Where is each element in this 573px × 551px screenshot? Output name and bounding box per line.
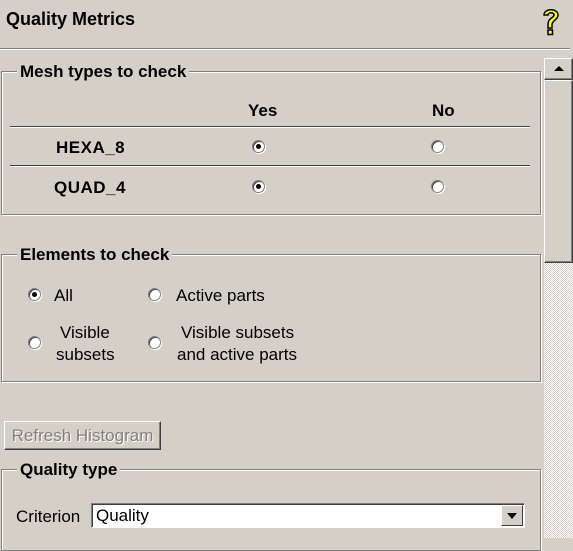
elements-visible-subsets-active-parts-label-line1: Visible subsets bbox=[181, 323, 295, 342]
column-header-yes: Yes bbox=[248, 101, 278, 120]
refresh-histogram-button[interactable]: Refresh Histogram bbox=[4, 421, 161, 450]
mesh-row-label-hexa8: HEXA_8 bbox=[56, 138, 126, 157]
criterion-select[interactable]: Quality bbox=[91, 503, 525, 528]
quality-type-legend: Quality type bbox=[17, 460, 121, 480]
vertical-scrollbar[interactable] bbox=[544, 58, 573, 538]
quality-metrics-panel: Quality Metrics Mesh types to check Yes … bbox=[0, 0, 573, 551]
hexa8-yes-radio[interactable] bbox=[252, 140, 265, 153]
elements-active-parts-label: Active parts bbox=[176, 286, 265, 305]
quad4-yes-radio[interactable] bbox=[252, 180, 265, 193]
elements-all-radio[interactable] bbox=[28, 288, 41, 301]
mesh-row-label-quad4: QUAD_4 bbox=[54, 178, 126, 197]
elements-visible-subsets-active-parts-label-line2: and active parts bbox=[177, 345, 298, 364]
elements-all-label: All bbox=[54, 286, 73, 305]
elements-visible-subsets-label-line1: Visible bbox=[60, 323, 110, 342]
column-header-no: No bbox=[432, 101, 455, 120]
scrollbar-thumb[interactable] bbox=[544, 80, 573, 263]
title-separator bbox=[0, 48, 570, 50]
mesh-types-legend: Mesh types to check bbox=[17, 62, 190, 82]
criterion-label: Criterion bbox=[16, 507, 81, 526]
scroll-up-arrow-icon[interactable] bbox=[544, 58, 573, 80]
elements-visible-subsets-active-parts-radio[interactable] bbox=[148, 336, 161, 349]
quad4-no-radio[interactable] bbox=[431, 180, 444, 193]
elements-legend: Elements to check bbox=[17, 245, 173, 265]
help-question-icon[interactable] bbox=[539, 5, 563, 37]
elements-visible-subsets-radio[interactable] bbox=[28, 336, 41, 349]
hexa8-no-radio[interactable] bbox=[431, 140, 444, 153]
panel-title: Quality Metrics bbox=[6, 9, 136, 29]
row-divider bbox=[10, 165, 530, 167]
header-divider bbox=[10, 126, 530, 128]
elements-visible-subsets-label-line2: subsets bbox=[56, 345, 115, 364]
criterion-select-value: Quality bbox=[96, 506, 149, 525]
chevron-down-icon[interactable] bbox=[501, 505, 523, 526]
elements-active-parts-radio[interactable] bbox=[148, 288, 161, 301]
